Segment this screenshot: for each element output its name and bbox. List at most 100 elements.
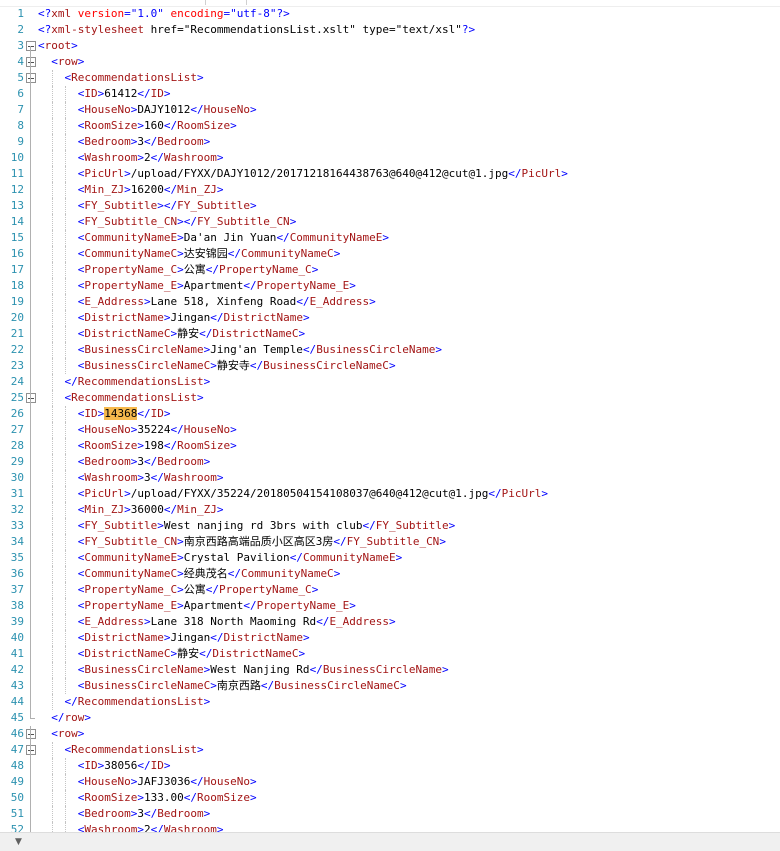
code-text[interactable]: <ID>61412</ID> [38,86,171,102]
code-line[interactable]: 50 <RoomSize>133.00</RoomSize> [0,790,780,806]
code-text[interactable]: <FY_Subtitle>West nanjing rd 3brs with c… [38,518,456,534]
code-line[interactable]: 19 <E_Address>Lane 518, Xinfeng Road</E_… [0,294,780,310]
code-text[interactable]: <DistrictNameC>静安</DistrictNameC> [38,646,305,662]
code-line[interactable]: 27 <HouseNo>35224</HouseNo> [0,422,780,438]
code-text[interactable]: </row> [38,710,91,726]
code-line[interactable]: 39 <E_Address>Lane 318 North Maoming Rd<… [0,614,780,630]
code-line[interactable]: 35 <CommunityNameE>Crystal Pavilion</Com… [0,550,780,566]
code-text[interactable]: <E_Address>Lane 318 North Maoming Rd</E_… [38,614,396,630]
collapse-icon[interactable] [26,57,36,67]
code-text[interactable]: <HouseNo>DAJY1012</HouseNo> [38,102,257,118]
code-line[interactable]: 45 </row> [0,710,780,726]
code-line[interactable]: 7 <HouseNo>DAJY1012</HouseNo> [0,102,780,118]
code-text[interactable]: <FY_Subtitle></FY_Subtitle> [38,198,257,214]
horizontal-scrollbar[interactable]: ▼ [0,832,780,851]
code-text[interactable]: <DistrictNameC>静安</DistrictNameC> [38,326,305,342]
code-text[interactable]: </RecommendationsList> [38,694,211,710]
code-text[interactable]: <E_Address>Lane 518, Xinfeng Road</E_Add… [38,294,376,310]
code-text[interactable]: <BusinessCircleName>Jing'an Temple</Busi… [38,342,442,358]
code-line[interactable]: 11 <PicUrl>/upload/FYXX/DAJY1012/2017121… [0,166,780,182]
code-line[interactable]: 16 <CommunityNameC>达安锦园</CommunityNameC> [0,246,780,262]
code-line[interactable]: 13 <FY_Subtitle></FY_Subtitle> [0,198,780,214]
code-text[interactable]: <DistrictName>Jingan</DistrictName> [38,310,310,326]
code-line[interactable]: 14 <FY_Subtitle_CN></FY_Subtitle_CN> [0,214,780,230]
code-text[interactable]: <CommunityNameE>Crystal Pavilion</Commun… [38,550,403,566]
code-line[interactable]: 49 <HouseNo>JAFJ3036</HouseNo> [0,774,780,790]
code-line[interactable]: 44 </RecommendationsList> [0,694,780,710]
code-text[interactable]: <?xml-stylesheet href="RecommendationsLi… [38,22,475,38]
collapse-icon[interactable] [26,729,36,739]
code-line[interactable]: 48 <ID>38056</ID> [0,758,780,774]
code-line[interactable]: 10 <Washroom>2</Washroom> [0,150,780,166]
code-line[interactable]: 40 <DistrictName>Jingan</DistrictName> [0,630,780,646]
code-line[interactable]: 24 </RecommendationsList> [0,374,780,390]
code-text[interactable]: <RoomSize>198</RoomSize> [38,438,237,454]
code-text[interactable]: <RecommendationsList> [38,70,204,86]
code-text[interactable]: <HouseNo>35224</HouseNo> [38,422,237,438]
code-line[interactable]: 22 <BusinessCircleName>Jing'an Temple</B… [0,342,780,358]
code-line[interactable]: 26 <ID>14368</ID> [0,406,780,422]
xml-editor[interactable]: 1 <?xml version="1.0" encoding="utf-8"?> 2… [0,6,780,832]
code-line[interactable]: 33 <FY_Subtitle>West nanjing rd 3brs wit… [0,518,780,534]
code-text[interactable]: <Washroom>2</Washroom> [38,822,224,832]
code-text[interactable]: <Washroom>2</Washroom> [38,150,224,166]
code-line[interactable]: 6 <ID>61412</ID> [0,86,780,102]
code-text[interactable]: <RoomSize>160</RoomSize> [38,118,237,134]
code-text[interactable]: <PicUrl>/upload/FYXX/35224/2018050415410… [38,486,548,502]
code-text[interactable]: <ID>14368</ID> [38,406,171,422]
code-line[interactable]: 38 <PropertyName_E>Apartment</PropertyNa… [0,598,780,614]
code-text[interactable]: <row> [38,54,84,70]
code-line[interactable]: 2 <?xml-stylesheet href="RecommendationsL… [0,22,780,38]
code-line[interactable]: 47 <RecommendationsList> [0,742,780,758]
code-text[interactable]: <row> [38,726,84,742]
code-line[interactable]: 25 <RecommendationsList> [0,390,780,406]
code-text[interactable]: <PropertyName_E>Apartment</PropertyName_… [38,598,356,614]
code-line[interactable]: 36 <CommunityNameC>经典茂名</CommunityNameC> [0,566,780,582]
code-line[interactable]: 42 <BusinessCircleName>West Nanjing Rd</… [0,662,780,678]
code-text[interactable]: <BusinessCircleName>West Nanjing Rd</Bus… [38,662,449,678]
collapse-icon[interactable] [26,745,36,755]
code-line[interactable]: 1 <?xml version="1.0" encoding="utf-8"?> [0,6,780,22]
code-text[interactable]: <RoomSize>133.00</RoomSize> [38,790,257,806]
code-line[interactable]: 4 <row> [0,54,780,70]
code-text[interactable]: <CommunityNameE>Da'an Jin Yuan</Communit… [38,230,389,246]
code-line[interactable]: 9 <Bedroom>3</Bedroom> [0,134,780,150]
code-line[interactable]: 28 <RoomSize>198</RoomSize> [0,438,780,454]
collapse-icon[interactable] [26,393,36,403]
code-text[interactable]: <FY_Subtitle_CN>南京西路高端品质小区高区3房</FY_Subti… [38,534,446,550]
code-text[interactable]: <HouseNo>JAFJ3036</HouseNo> [38,774,257,790]
code-text[interactable]: <Min_ZJ>36000</Min_ZJ> [38,502,224,518]
collapse-icon[interactable] [26,73,36,83]
code-line[interactable]: 30 <Washroom>3</Washroom> [0,470,780,486]
code-text[interactable]: <CommunityNameC>达安锦园</CommunityNameC> [38,246,341,262]
code-line[interactable]: 43 <BusinessCircleNameC>南京西路</BusinessCi… [0,678,780,694]
code-line[interactable]: 34 <FY_Subtitle_CN>南京西路高端品质小区高区3房</FY_Su… [0,534,780,550]
code-text[interactable]: <RecommendationsList> [38,390,204,406]
code-line[interactable]: 32 <Min_ZJ>36000</Min_ZJ> [0,502,780,518]
code-text[interactable]: <Washroom>3</Washroom> [38,470,224,486]
code-line[interactable]: 15 <CommunityNameE>Da'an Jin Yuan</Commu… [0,230,780,246]
chevron-down-icon[interactable]: ▼ [15,837,22,847]
code-text[interactable]: <root> [38,38,78,54]
code-text[interactable]: </RecommendationsList> [38,374,211,390]
code-text[interactable]: <PropertyName_C>公寓</PropertyName_C> [38,582,319,598]
code-line[interactable]: 17 <PropertyName_C>公寓</PropertyName_C> [0,262,780,278]
code-text[interactable]: <Bedroom>3</Bedroom> [38,454,210,470]
code-text[interactable]: <RecommendationsList> [38,742,204,758]
code-text[interactable]: <Bedroom>3</Bedroom> [38,134,210,150]
code-text[interactable]: <BusinessCircleNameC>静安寺</BusinessCircle… [38,358,396,374]
code-text[interactable]: <?xml version="1.0" encoding="utf-8"?> [38,6,290,22]
code-text[interactable]: <ID>38056</ID> [38,758,171,774]
code-line[interactable]: 37 <PropertyName_C>公寓</PropertyName_C> [0,582,780,598]
code-text[interactable]: <BusinessCircleNameC>南京西路</BusinessCircl… [38,678,407,694]
code-text[interactable]: <PropertyName_C>公寓</PropertyName_C> [38,262,319,278]
code-line[interactable]: 29 <Bedroom>3</Bedroom> [0,454,780,470]
code-line[interactable]: 51 <Bedroom>3</Bedroom> [0,806,780,822]
code-text[interactable]: <PicUrl>/upload/FYXX/DAJY1012/2017121816… [38,166,568,182]
code-line[interactable]: 46 <row> [0,726,780,742]
code-line[interactable]: 5 <RecommendationsList> [0,70,780,86]
code-text[interactable]: <FY_Subtitle_CN></FY_Subtitle_CN> [38,214,297,230]
code-line[interactable]: 20 <DistrictName>Jingan</DistrictName> [0,310,780,326]
code-line[interactable]: 52 <Washroom>2</Washroom> [0,822,780,832]
code-line[interactable]: 41 <DistrictNameC>静安</DistrictNameC> [0,646,780,662]
